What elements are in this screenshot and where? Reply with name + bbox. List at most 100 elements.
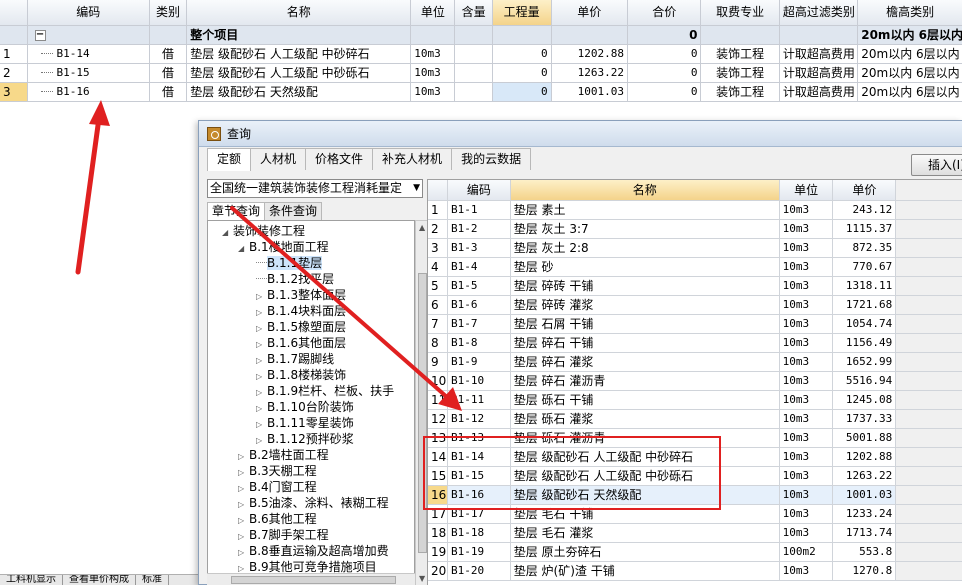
- list-price[interactable]: 872.35: [833, 239, 897, 257]
- row-unit-price[interactable]: 1001.03: [552, 83, 628, 101]
- list-code[interactable]: B1-18: [448, 524, 511, 542]
- list-item[interactable]: 4 B1-4 垫层 砂 10m3 770.67: [428, 258, 962, 277]
- tree-item[interactable]: ▷ B.8垂直运输及超高增加费: [238, 543, 389, 559]
- list-unit[interactable]: 10m3: [780, 562, 834, 580]
- tree-item[interactable]: B.1.2找平层: [256, 271, 334, 287]
- col-header-unit-price[interactable]: 单价: [552, 0, 628, 25]
- insert-button[interactable]: 插入(I): [911, 154, 962, 176]
- list-price[interactable]: 1263.22: [833, 467, 897, 485]
- col-header-category[interactable]: 类别: [150, 0, 188, 25]
- tree-item[interactable]: ▷ B.6其他工程: [238, 511, 317, 527]
- tree-item[interactable]: B.1.1垫层: [256, 255, 323, 271]
- list-name[interactable]: 垫层 砾石 灌浆: [511, 410, 780, 428]
- list-unit[interactable]: 10m3: [780, 505, 834, 523]
- row-name[interactable]: 垫层 级配砂石 天然级配: [187, 83, 412, 101]
- list-item[interactable]: 20 B1-20 垫层 炉(矿)渣 干铺 10m3 1270.8: [428, 562, 962, 581]
- list-price[interactable]: 1115.37: [833, 220, 897, 238]
- list-header-unit[interactable]: 单位: [780, 180, 834, 200]
- row-unit-price[interactable]: 1263.22: [552, 64, 628, 82]
- scroll-down-icon[interactable]: ▼: [419, 574, 425, 583]
- group-row[interactable]: − 整个项目 0 20m以内 6层以内: [0, 26, 962, 45]
- row-height-filter[interactable]: 计取超高费用: [780, 83, 859, 101]
- row-fee-category[interactable]: 装饰工程: [701, 83, 780, 101]
- row-name[interactable]: 垫层 级配砂石 人工级配 中砂碎石: [187, 45, 412, 63]
- tree-item[interactable]: ◢ 装饰装修工程: [222, 223, 305, 239]
- list-unit[interactable]: 10m3: [780, 448, 834, 466]
- expand-toggle-icon[interactable]: ◢: [238, 241, 249, 257]
- list-unit[interactable]: 10m3: [780, 220, 834, 238]
- row-content[interactable]: [455, 45, 493, 63]
- list-price[interactable]: 1737.33: [833, 410, 897, 428]
- list-name[interactable]: 垫层 原土夯碎石: [511, 543, 780, 561]
- tree-item[interactable]: ▷ B.2墙柱面工程: [238, 447, 329, 463]
- row-fee-category[interactable]: 装饰工程: [701, 64, 780, 82]
- tab-chapter-query[interactable]: 章节查询: [207, 202, 266, 220]
- list-row-number[interactable]: 19: [428, 543, 448, 561]
- row-number[interactable]: 2: [0, 64, 28, 82]
- list-price[interactable]: 1233.24: [833, 505, 897, 523]
- list-row-number[interactable]: 3: [428, 239, 448, 257]
- tab-condition-query[interactable]: 条件查询: [264, 202, 323, 220]
- list-row-number[interactable]: 1: [428, 201, 448, 219]
- expand-toggle-icon[interactable]: ◢: [222, 225, 233, 241]
- list-unit[interactable]: 10m3: [780, 391, 834, 409]
- list-unit[interactable]: 10m3: [780, 201, 834, 219]
- list-header-price[interactable]: 单价: [833, 180, 897, 200]
- tree-item[interactable]: ▷ B.1.9栏杆、栏板、扶手: [256, 383, 394, 399]
- list-code[interactable]: B1-4: [448, 258, 511, 276]
- list-row-number[interactable]: 9: [428, 353, 448, 371]
- list-unit[interactable]: 10m3: [780, 372, 834, 390]
- tree-item[interactable]: ▷ B.1.3整体面层: [256, 287, 346, 303]
- list-unit[interactable]: 10m3: [780, 239, 834, 257]
- list-name[interactable]: 垫层 碎砖 灌浆: [511, 296, 780, 314]
- list-name[interactable]: 垫层 碎石 灌浆: [511, 353, 780, 371]
- row-number[interactable]: 3: [0, 83, 28, 101]
- list-name[interactable]: 垫层 素土: [511, 201, 780, 219]
- list-row-number[interactable]: 12: [428, 410, 448, 428]
- row-content[interactable]: [455, 83, 493, 101]
- col-header-fee-category[interactable]: 取费专业: [701, 0, 780, 25]
- list-price[interactable]: 1245.08: [833, 391, 897, 409]
- list-code[interactable]: B1-3: [448, 239, 511, 257]
- list-unit[interactable]: 10m3: [780, 467, 834, 485]
- list-unit[interactable]: 10m3: [780, 315, 834, 333]
- list-item[interactable]: 10 B1-10 垫层 碎石 灌沥青 10m3 5516.94: [428, 372, 962, 391]
- list-name[interactable]: 垫层 灰土 3:7: [511, 220, 780, 238]
- list-item[interactable]: 9 B1-9 垫层 碎石 灌浆 10m3 1652.99: [428, 353, 962, 372]
- list-row-number[interactable]: 6: [428, 296, 448, 314]
- list-item[interactable]: 5 B1-5 垫层 碎砖 干铺 10m3 1318.11: [428, 277, 962, 296]
- tree-item[interactable]: ▷ B.1.10台阶装饰: [256, 399, 354, 415]
- list-name[interactable]: 垫层 砾石 干铺: [511, 391, 780, 409]
- row-eave-height[interactable]: 20m以内 6层以内: [858, 64, 962, 82]
- list-price[interactable]: 1652.99: [833, 353, 897, 371]
- tab-price-composition[interactable]: 查看单价构成: [63, 575, 136, 585]
- row-eave-height[interactable]: 20m以内 6层以内: [858, 45, 962, 63]
- list-item[interactable]: 1 B1-1 垫层 素土 10m3 243.12: [428, 201, 962, 220]
- row-unit[interactable]: 10m3: [411, 83, 456, 101]
- list-price[interactable]: 553.8: [833, 543, 897, 561]
- row-fee-category[interactable]: 装饰工程: [701, 45, 780, 63]
- tree-item[interactable]: ▷ B.7脚手架工程: [238, 527, 329, 543]
- tree-item[interactable]: ▷ B.1.12预拌砂浆: [256, 431, 354, 447]
- row-category[interactable]: 借: [150, 64, 188, 82]
- row-quantity[interactable]: 0: [493, 64, 552, 82]
- table-row[interactable]: 2 B1-15 借 垫层 级配砂石 人工级配 中砂砾石 10m3 0 1263.…: [0, 64, 962, 83]
- list-row-number[interactable]: 7: [428, 315, 448, 333]
- list-price[interactable]: 1318.11: [833, 277, 897, 295]
- list-header-code[interactable]: 编码: [448, 180, 511, 200]
- list-row-number[interactable]: 11: [428, 391, 448, 409]
- list-unit[interactable]: 10m3: [780, 334, 834, 352]
- tree-item[interactable]: ▷ B.3天棚工程: [238, 463, 317, 479]
- list-code[interactable]: B1-11: [448, 391, 511, 409]
- list-price[interactable]: 5001.88: [833, 429, 897, 447]
- list-item[interactable]: 11 B1-11 垫层 砾石 干铺 10m3 1245.08: [428, 391, 962, 410]
- list-code[interactable]: B1-5: [448, 277, 511, 295]
- tree-item[interactable]: ▷ B.1.6其他面层: [256, 335, 346, 351]
- list-price[interactable]: 5516.94: [833, 372, 897, 390]
- tree-item[interactable]: ▷ B.1.11零星装饰: [256, 415, 354, 431]
- scroll-thumb[interactable]: [418, 273, 427, 553]
- scroll-thumb[interactable]: [231, 576, 396, 584]
- row-quantity[interactable]: 0: [493, 45, 552, 63]
- list-name[interactable]: 垫层 砂: [511, 258, 780, 276]
- list-price[interactable]: 1713.74: [833, 524, 897, 542]
